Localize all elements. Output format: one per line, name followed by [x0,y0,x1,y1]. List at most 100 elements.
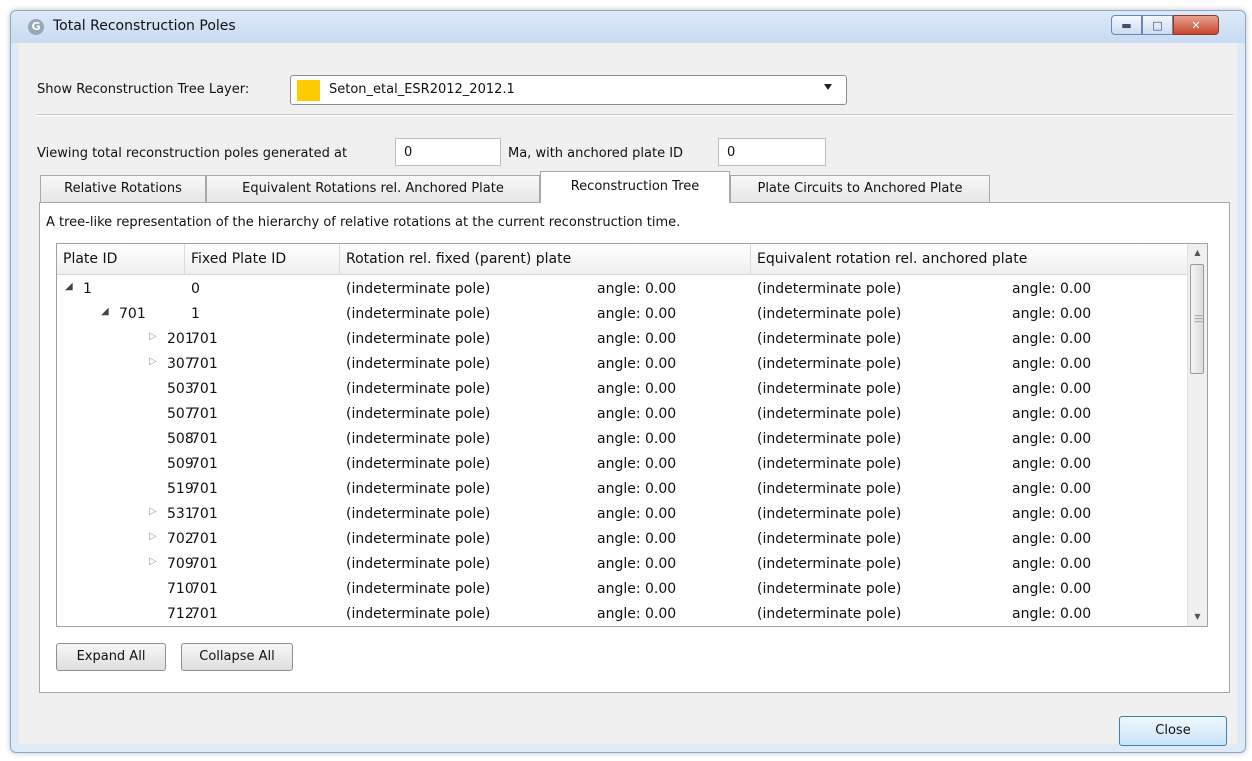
tree-row[interactable]: ◢ 701 1 (indeterminate pole) angle: 0.00… [57,303,1188,328]
collapsed-triangle-icon[interactable]: ▷ [149,531,157,542]
plate-id-cell: 201 [167,331,194,347]
rotation-pole-cell: (indeterminate pole) [346,506,491,522]
equivalent-pole-cell: (indeterminate pole) [757,281,902,297]
collapsed-triangle-icon[interactable]: ▷ [149,506,157,517]
tree-row[interactable]: ▷ 531 701 (indeterminate pole) angle: 0.… [57,503,1188,528]
rotation-pole-cell: (indeterminate pole) [346,381,491,397]
column-header-rotation-fixed[interactable]: Rotation rel. fixed (parent) plate [340,244,751,274]
tree-vertical-scrollbar[interactable]: ▲ — — — ▼ [1187,244,1207,626]
equivalent-angle-cell: angle: 0.00 [1012,581,1092,597]
equivalent-pole-cell: (indeterminate pole) [757,556,902,572]
fixed-plate-id-cell: 701 [191,356,218,372]
fixed-plate-id-cell: 701 [191,406,218,422]
equivalent-pole-cell: (indeterminate pole) [757,481,902,497]
fixed-plate-id-cell: 701 [191,481,218,497]
minimize-button[interactable]: ▬ [1111,15,1142,35]
tree-row[interactable]: ▷ 201 701 (indeterminate pole) angle: 0.… [57,328,1188,353]
plate-id-cell: 712 [167,606,194,622]
rotation-pole-cell: (indeterminate pole) [346,406,491,422]
equivalent-angle-cell: angle: 0.00 [1012,381,1092,397]
tree-row[interactable]: ▷ 702 701 (indeterminate pole) angle: 0.… [57,528,1188,553]
rotation-angle-cell: angle: 0.00 [597,306,677,322]
reconstruction-tree-view[interactable]: Plate ID Fixed Plate ID Rotation rel. fi… [56,243,1208,627]
tree-row[interactable]: 503 701 (indeterminate pole) angle: 0.00… [57,378,1188,403]
rotation-angle-cell: angle: 0.00 [597,606,677,622]
rotation-pole-cell: (indeterminate pole) [346,431,491,447]
viewing-middle-label: Ma, with anchored plate ID [508,146,684,161]
rotation-pole-cell: (indeterminate pole) [346,281,491,297]
equivalent-angle-cell: angle: 0.00 [1012,606,1092,622]
fixed-plate-id-cell: 701 [191,531,218,547]
rotation-angle-cell: angle: 0.00 [597,281,677,297]
fixed-plate-id-cell: 701 [191,506,218,522]
anchored-plate-input[interactable]: 0 [718,138,826,166]
plate-id-cell: 519 [167,481,194,497]
rotation-pole-cell: (indeterminate pole) [346,481,491,497]
collapse-all-button[interactable]: Collapse All [181,643,293,671]
layer-label: Show Reconstruction Tree Layer: [37,82,250,97]
minimize-icon: ▬ [1121,19,1132,32]
equivalent-pole-cell: (indeterminate pole) [757,581,902,597]
equivalent-angle-cell: angle: 0.00 [1012,531,1092,547]
collapsed-triangle-icon[interactable]: ▷ [149,356,157,367]
tree-row[interactable]: ▷ 709 701 (indeterminate pole) angle: 0.… [57,553,1188,578]
rotation-angle-cell: angle: 0.00 [597,506,677,522]
plate-id-cell: 508 [167,431,194,447]
tree-row[interactable]: 712 701 (indeterminate pole) angle: 0.00… [57,603,1188,624]
layer-combo[interactable]: Seton_etal_ESR2012_2012.1 [290,75,847,105]
plate-id-cell: 531 [167,506,194,522]
chevron-down-icon[interactable] [824,84,832,90]
separator [37,114,1233,116]
rotation-pole-cell: (indeterminate pole) [346,606,491,622]
rotation-pole-cell: (indeterminate pole) [346,531,491,547]
tab-equivalent-rotations[interactable]: Equivalent Rotations rel. Anchored Plate [206,175,540,202]
title-bar[interactable]: G Total Reconstruction Poles ▬ □ ✕ [11,11,1245,43]
window-title: Total Reconstruction Poles [53,18,236,34]
tree-row[interactable]: 508 701 (indeterminate pole) angle: 0.00… [57,428,1188,453]
collapsed-triangle-icon[interactable]: ▷ [149,331,157,342]
equivalent-angle-cell: angle: 0.00 [1012,431,1092,447]
maximize-button[interactable]: □ [1142,15,1173,35]
fixed-plate-id-cell: 0 [191,281,200,297]
dialog-window: G Total Reconstruction Poles ▬ □ ✕ Show … [10,10,1246,753]
tree-row[interactable]: ▷ 307 701 (indeterminate pole) angle: 0.… [57,353,1188,378]
close-window-button[interactable]: ✕ [1173,15,1219,35]
close-button[interactable]: Close [1119,716,1227,746]
rotation-pole-cell: (indeterminate pole) [346,556,491,572]
plate-id-cell: 509 [167,456,194,472]
tree-row[interactable]: 509 701 (indeterminate pole) angle: 0.00… [57,453,1188,478]
plate-id-cell: 702 [167,531,194,547]
grip-icon: — — — [1194,311,1203,327]
scrollbar-thumb[interactable]: — — — [1190,264,1204,374]
rotation-pole-cell: (indeterminate pole) [346,356,491,372]
column-header-fixed-plate-id[interactable]: Fixed Plate ID [185,244,340,274]
expand-all-button[interactable]: Expand All [56,643,166,671]
column-header-plate-id[interactable]: Plate ID [57,244,185,274]
scroll-down-icon[interactable]: ▼ [1188,608,1207,626]
tree-row[interactable]: 710 701 (indeterminate pole) angle: 0.00… [57,578,1188,603]
equivalent-pole-cell: (indeterminate pole) [757,306,902,322]
tab-relative-rotations[interactable]: Relative Rotations [40,175,206,202]
tree-description: A tree-like representation of the hierar… [46,215,681,230]
equivalent-pole-cell: (indeterminate pole) [757,606,902,622]
expanded-triangle-icon[interactable]: ◢ [101,306,109,317]
tab-plate-circuits[interactable]: Plate Circuits to Anchored Plate [730,175,990,202]
collapsed-triangle-icon[interactable]: ▷ [149,556,157,567]
rotation-angle-cell: angle: 0.00 [597,531,677,547]
rotation-angle-cell: angle: 0.00 [597,331,677,347]
reconstruction-time-input[interactable]: 0 [395,138,501,166]
tab-reconstruction-tree[interactable]: Reconstruction Tree [540,171,730,203]
rotation-angle-cell: angle: 0.00 [597,356,677,372]
plate-id-cell: 503 [167,381,194,397]
expanded-triangle-icon[interactable]: ◢ [65,281,73,292]
tree-row[interactable]: ◢ 1 0 (indeterminate pole) angle: 0.00 (… [57,278,1188,303]
scroll-up-icon[interactable]: ▲ [1188,244,1207,262]
tree-row[interactable]: 507 701 (indeterminate pole) angle: 0.00… [57,403,1188,428]
column-header-equivalent-rotation[interactable]: Equivalent rotation rel. anchored plate [751,244,1188,274]
tree-row[interactable]: 519 701 (indeterminate pole) angle: 0.00… [57,478,1188,503]
rotation-angle-cell: angle: 0.00 [597,406,677,422]
layer-color-swatch [297,80,320,101]
equivalent-pole-cell: (indeterminate pole) [757,406,902,422]
plate-id-cell: 710 [167,581,194,597]
equivalent-pole-cell: (indeterminate pole) [757,356,902,372]
